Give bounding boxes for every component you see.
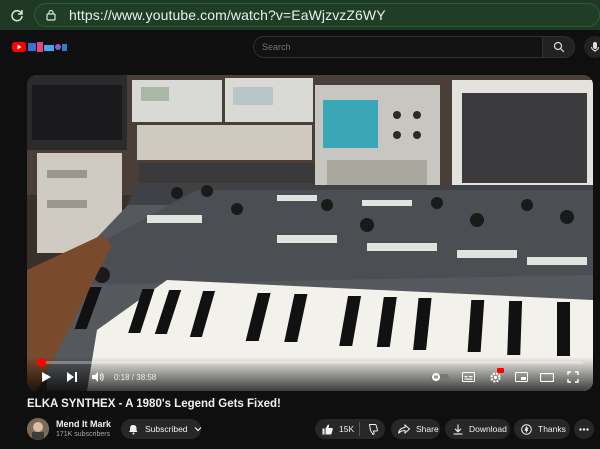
hd-badge-icon — [497, 368, 504, 373]
search-icon — [553, 41, 564, 53]
next-icon — [67, 372, 77, 382]
avatar-image — [27, 418, 49, 440]
microphone-icon — [591, 42, 599, 52]
control-row: 0:18 / 38:58 — [27, 367, 593, 387]
subtitles-button[interactable] — [458, 367, 478, 387]
autoplay-toggle[interactable] — [429, 367, 451, 387]
more-horizontal-icon — [579, 427, 589, 431]
youtube-header — [0, 30, 600, 64]
channel-name[interactable]: Mend It Mark — [56, 419, 111, 429]
chevron-down-icon — [194, 426, 202, 432]
play-icon — [42, 372, 51, 382]
url-text[interactable]: https://www.youtube.com/watch?v=EaWjzvzZ… — [69, 7, 386, 23]
thanks-icon — [521, 423, 532, 435]
settings-button[interactable] — [485, 367, 505, 387]
subtitles-icon — [461, 372, 475, 382]
time-display: 0:18 / 38:58 — [114, 372, 157, 382]
like-button[interactable]: 15K — [315, 424, 359, 435]
subscriber-count: 171K subscribers — [56, 431, 111, 438]
like-dislike-group: 15K — [315, 419, 385, 439]
video-player[interactable]: 0:18 / 38:58 — [27, 75, 593, 391]
mute-button[interactable] — [87, 367, 107, 387]
thanks-label: Thanks — [538, 424, 566, 434]
volume-icon — [91, 372, 104, 382]
address-bar[interactable]: https://www.youtube.com/watch?v=EaWjzvzZ… — [34, 3, 600, 27]
miniplayer-icon — [514, 372, 528, 382]
video-frame — [27, 75, 593, 391]
share-icon — [398, 424, 410, 434]
scrubber-handle[interactable] — [36, 358, 46, 367]
voice-search-button[interactable] — [584, 36, 600, 58]
player-controls: 0:18 / 38:58 — [27, 357, 593, 391]
like-count: 15K — [339, 424, 355, 434]
theater-mode-button[interactable] — [537, 367, 557, 387]
fullscreen-button[interactable] — [563, 367, 583, 387]
next-button[interactable] — [62, 367, 82, 387]
share-button[interactable]: Share — [391, 419, 440, 439]
channel-avatar[interactable] — [27, 418, 49, 440]
dislike-button[interactable] — [360, 423, 385, 435]
video-title: ELKA SYNTHEX - A 1980's Legend Gets Fixe… — [27, 398, 281, 410]
progress-bar[interactable] — [36, 358, 583, 367]
download-label: Download — [469, 424, 507, 434]
thumbs-up-icon — [322, 424, 333, 435]
thumbs-down-icon — [367, 423, 378, 435]
play-button[interactable] — [36, 367, 56, 387]
subscribed-button[interactable]: Subscribed — [121, 419, 201, 439]
reload-icon[interactable] — [6, 4, 28, 26]
more-actions-button[interactable] — [574, 419, 594, 439]
thanks-button[interactable]: Thanks — [514, 419, 570, 439]
subscribed-label: Subscribed — [145, 424, 188, 434]
search-input[interactable] — [262, 42, 542, 52]
download-button[interactable]: Download — [445, 419, 510, 439]
autoplay-toggle-icon — [431, 373, 449, 381]
bell-icon — [128, 424, 139, 435]
share-label: Share — [416, 424, 439, 434]
download-icon — [453, 424, 463, 435]
theater-icon — [540, 372, 554, 382]
youtube-logo[interactable] — [12, 40, 68, 54]
search-button[interactable] — [543, 36, 575, 58]
browser-toolbar: https://www.youtube.com/watch?v=EaWjzvzZ… — [0, 0, 600, 30]
site-info-icon[interactable] — [43, 7, 59, 23]
miniplayer-button[interactable] — [511, 367, 531, 387]
search-box[interactable] — [253, 36, 543, 58]
fullscreen-icon — [567, 371, 579, 383]
